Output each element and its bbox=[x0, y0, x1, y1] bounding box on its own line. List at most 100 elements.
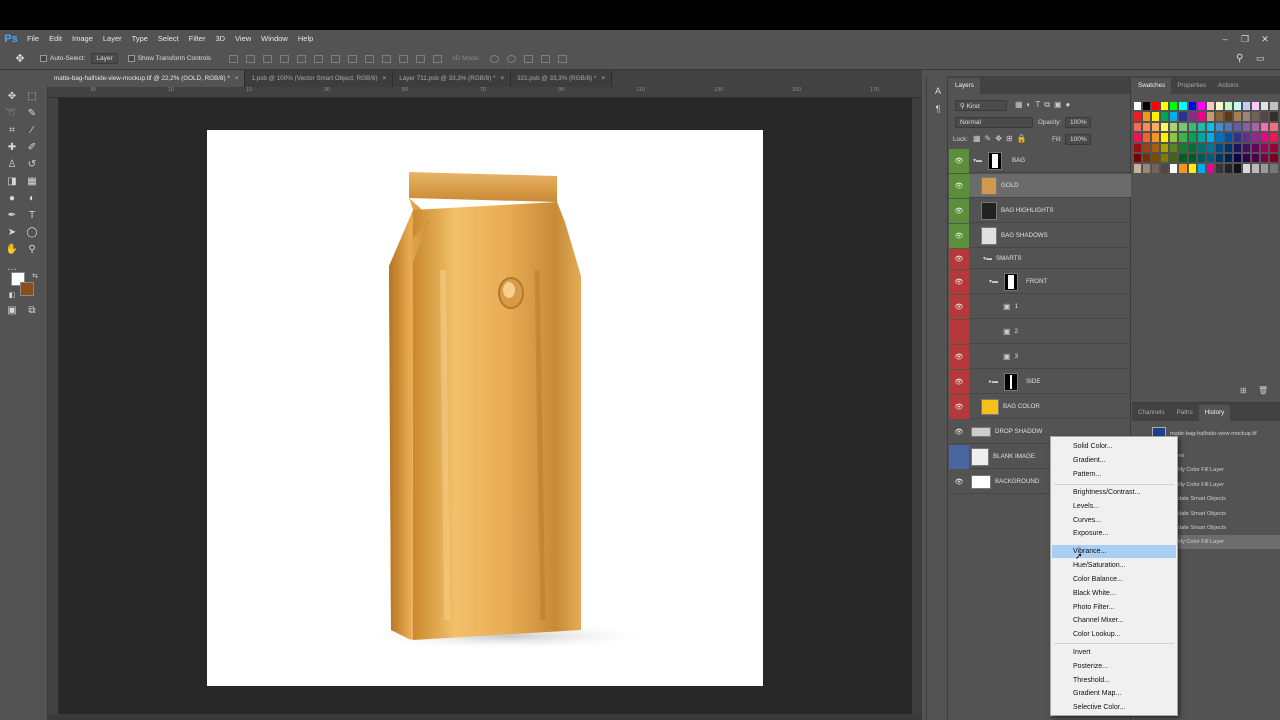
lock-icons[interactable]: ▦✎✥⊞🔒 bbox=[973, 134, 1031, 143]
color-swatch[interactable] bbox=[1169, 111, 1179, 122]
color-swatch[interactable] bbox=[1242, 152, 1252, 164]
new-swatch-icon[interactable]: ⊞ bbox=[1240, 386, 1247, 395]
paragraph-panel-icon[interactable]: ¶ bbox=[931, 102, 945, 116]
layer-row-1[interactable]: 👁 ▣ 1 bbox=[949, 294, 1131, 319]
color-swatch[interactable] bbox=[1196, 121, 1206, 133]
workspace-icon[interactable]: ▭ bbox=[1256, 48, 1265, 70]
menu-item-levels[interactable]: Levels... bbox=[1052, 500, 1176, 513]
color-swatch[interactable] bbox=[1196, 132, 1206, 143]
menu-window[interactable]: Window bbox=[256, 30, 293, 48]
color-swatch[interactable] bbox=[1205, 121, 1215, 133]
swatch-grid[interactable] bbox=[1133, 101, 1279, 174]
menu-filter[interactable]: Filter bbox=[184, 30, 211, 48]
zoom-tool-icon[interactable]: ⚲ bbox=[25, 242, 39, 256]
tab-channels[interactable]: Channels bbox=[1132, 405, 1171, 421]
menu-item-photo-filter[interactable]: Photo Filter... bbox=[1052, 601, 1176, 614]
tab-close-icon[interactable]: × bbox=[500, 75, 504, 82]
brush-tool-icon[interactable]: ✐ bbox=[25, 140, 39, 154]
tab-actions[interactable]: Actions bbox=[1212, 78, 1245, 94]
layer-row-side[interactable]: 👁 ▸▬ SIDE bbox=[949, 369, 1131, 394]
menu-layer[interactable]: Layer bbox=[98, 30, 127, 48]
color-swatch[interactable] bbox=[1169, 152, 1179, 164]
healing-brush-icon[interactable]: ✚ bbox=[5, 140, 19, 154]
opacity-input[interactable]: 100% bbox=[1065, 117, 1091, 128]
restore-icon[interactable]: ❐ bbox=[1238, 30, 1252, 48]
layer-row-bag-shadows[interactable]: 👁 BAG SHADOWS bbox=[949, 223, 1131, 248]
tab-321-psb[interactable]: 321.psb @ 33,3% (RGB/8) * × bbox=[511, 70, 613, 87]
blur-tool-icon[interactable]: ● bbox=[5, 191, 19, 205]
color-swatch[interactable] bbox=[1160, 111, 1170, 122]
visibility-eye-icon[interactable]: 👁 bbox=[949, 248, 969, 269]
visibility-eye-icon[interactable] bbox=[949, 319, 969, 344]
tab-close-icon[interactable]: × bbox=[383, 75, 387, 82]
color-swatch[interactable] bbox=[1214, 121, 1224, 133]
swap-colors-icon[interactable]: ⇆ bbox=[28, 269, 42, 283]
visibility-eye-icon[interactable]: 👁 bbox=[949, 198, 969, 223]
color-swatch[interactable] bbox=[1260, 152, 1270, 164]
color-swatch[interactable] bbox=[1160, 132, 1170, 143]
menu-item-brightness-contrast[interactable]: Brightness/Contrast... bbox=[1052, 486, 1176, 499]
color-swatch[interactable] bbox=[1196, 163, 1206, 174]
color-swatch[interactable] bbox=[1242, 101, 1252, 112]
layer-row-2[interactable]: ▣ 2 bbox=[949, 319, 1131, 344]
hand-tool-icon[interactable]: ✋ bbox=[5, 242, 19, 256]
menu-item-color-lookup[interactable]: Color Lookup... bbox=[1052, 628, 1176, 641]
color-swatch[interactable] bbox=[1160, 121, 1170, 133]
menu-help[interactable]: Help bbox=[293, 30, 318, 48]
minimize-icon[interactable]: – bbox=[1218, 30, 1232, 48]
color-swatch[interactable] bbox=[1187, 142, 1197, 153]
color-swatch[interactable] bbox=[1233, 132, 1243, 143]
color-swatch[interactable] bbox=[1142, 142, 1152, 153]
color-swatch[interactable] bbox=[1251, 132, 1261, 143]
color-swatch[interactable] bbox=[1151, 111, 1161, 122]
color-swatch[interactable] bbox=[1160, 142, 1170, 153]
color-swatch[interactable] bbox=[1196, 152, 1206, 164]
color-swatch[interactable] bbox=[1205, 132, 1215, 143]
color-swatch[interactable] bbox=[1269, 142, 1279, 153]
color-swatch[interactable] bbox=[1223, 163, 1234, 174]
menu-item-channel-mixer[interactable]: Channel Mixer... bbox=[1052, 614, 1176, 627]
color-swatch[interactable] bbox=[1151, 121, 1161, 133]
trash-icon[interactable]: 🗑 bbox=[1258, 386, 1268, 395]
color-swatch[interactable] bbox=[1223, 142, 1234, 153]
color-swatch[interactable] bbox=[1187, 121, 1197, 133]
color-swatch[interactable] bbox=[1251, 121, 1261, 133]
color-swatch[interactable] bbox=[1214, 111, 1224, 122]
path-select-icon[interactable]: ➤ bbox=[5, 225, 19, 239]
color-swatch[interactable] bbox=[1178, 142, 1188, 153]
color-swatch[interactable] bbox=[1142, 101, 1152, 112]
crop-tool-icon[interactable]: ⌗ bbox=[5, 123, 19, 137]
quick-select-icon[interactable]: ✎ bbox=[25, 106, 39, 120]
color-swatch[interactable] bbox=[1205, 111, 1215, 122]
layer-row-3[interactable]: 👁 ▣ 3 bbox=[949, 344, 1131, 369]
color-swatch[interactable] bbox=[1187, 111, 1197, 122]
visibility-eye-icon[interactable]: 👁 bbox=[949, 470, 969, 494]
color-swatch[interactable] bbox=[1223, 111, 1234, 122]
color-swatch[interactable] bbox=[1142, 132, 1152, 143]
3d-mode-buttons[interactable] bbox=[486, 48, 571, 70]
menu-item-posterize[interactable]: Posterize... bbox=[1052, 660, 1176, 673]
color-swatch[interactable] bbox=[1133, 142, 1143, 153]
color-swatch[interactable] bbox=[1133, 111, 1143, 122]
color-swatch[interactable] bbox=[1223, 152, 1234, 164]
vertical-scrollbar[interactable] bbox=[912, 98, 922, 720]
eraser-icon[interactable]: ◨ bbox=[5, 174, 19, 188]
pen-tool-icon[interactable]: ✒ bbox=[5, 208, 19, 222]
color-swatch[interactable] bbox=[1151, 152, 1161, 164]
tab-1-psb[interactable]: 1.psb @ 100% (Vector Smart Object, RGB/8… bbox=[245, 70, 394, 87]
visibility-eye-icon[interactable]: 👁 bbox=[949, 420, 969, 444]
color-swatch[interactable] bbox=[1269, 111, 1279, 122]
visibility-eye-icon[interactable]: 👁 bbox=[949, 344, 969, 369]
visibility-eye-icon[interactable]: 👁 bbox=[949, 294, 969, 319]
color-swatch[interactable] bbox=[1269, 132, 1279, 143]
color-swatch[interactable] bbox=[1178, 163, 1188, 174]
color-swatch[interactable] bbox=[1260, 132, 1270, 143]
tab-layers[interactable]: Layers bbox=[949, 78, 980, 94]
menu-item-pattern[interactable]: Pattern... bbox=[1052, 468, 1176, 481]
layer-row-front[interactable]: 👁 ▾▬ FRONT bbox=[949, 269, 1131, 294]
color-swatch[interactable] bbox=[1187, 101, 1197, 112]
color-swatch[interactable] bbox=[1260, 111, 1270, 122]
color-swatch[interactable] bbox=[1251, 163, 1261, 174]
color-swatch[interactable] bbox=[1214, 152, 1224, 164]
menu-item-invert[interactable]: Invert bbox=[1052, 646, 1176, 659]
